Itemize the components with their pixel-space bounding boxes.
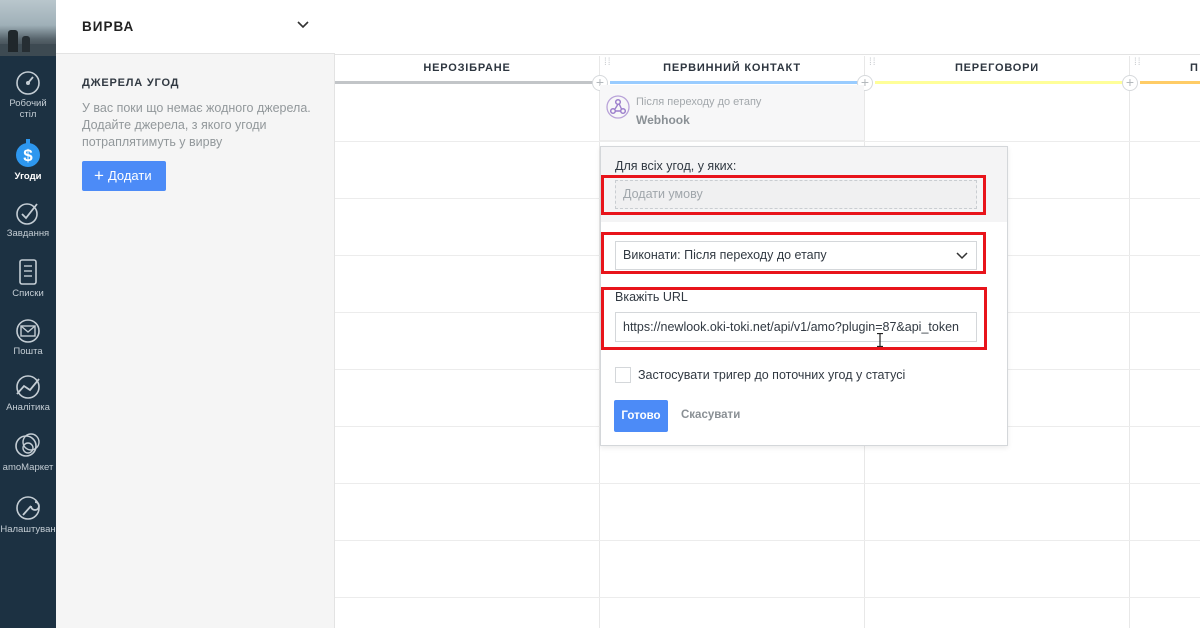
column-header-next[interactable]: ⁞⁞ П xyxy=(1130,56,1200,84)
list-doc-icon xyxy=(19,259,37,285)
nav-label-deals: Угоди xyxy=(14,171,42,182)
row-divider xyxy=(335,141,1200,142)
done-button[interactable]: Готово xyxy=(614,400,668,432)
pipeline-title: ВИРВА xyxy=(82,19,135,34)
column-name: ПЕРВИННИЙ КОНТАКТ xyxy=(663,62,801,74)
wrench-icon xyxy=(16,496,40,520)
apply-to-existing-checkbox[interactable] xyxy=(615,367,631,383)
column-header-first-contact[interactable]: ⁞⁞ ПЕРВИННИЙ КОНТАКТ xyxy=(600,56,864,84)
nav-label-market: amoМаркет xyxy=(2,462,54,473)
nav-label-settings: Налаштуван xyxy=(0,524,56,535)
trigger-when: Після переходу до етапу xyxy=(636,96,762,108)
for-all-deals-label: Для всіх угод, у яких: xyxy=(615,159,737,173)
market-icon xyxy=(15,433,40,457)
nav-item-market[interactable]: amoМаркет xyxy=(0,430,56,473)
sources-title: ДЖЕРЕЛА УГОД xyxy=(82,77,180,89)
sources-empty-text: У вас поки що немає жодного джерела. Дод… xyxy=(82,101,311,149)
nav-item-lists[interactable]: Списки xyxy=(0,258,56,299)
pipeline-panel: ВИРВА ДЖЕРЕЛА УГОД У вас поки що немає ж… xyxy=(56,0,335,628)
nav-item-deals[interactable]: $ Угоди xyxy=(0,139,56,182)
column-name: П xyxy=(1190,62,1199,74)
trigger-name: Webhook xyxy=(636,113,690,127)
nav-label-lists: Списки xyxy=(12,288,44,299)
column-color-bar xyxy=(875,81,1129,84)
column-color-bar xyxy=(335,81,599,84)
mail-icon xyxy=(16,319,40,343)
plus-icon: + xyxy=(94,166,104,185)
nav-item-analytics[interactable]: Аналітика xyxy=(0,374,56,413)
board-toolbar xyxy=(335,0,1200,55)
apply-to-existing-label: Застосувати тригер до поточних угод у ст… xyxy=(638,368,906,382)
cancel-button[interactable]: Скасувати xyxy=(681,409,740,421)
trigger-card[interactable]: Після переходу до етапу Webhook xyxy=(600,85,864,141)
add-source-button[interactable]: + Додати xyxy=(82,161,166,191)
nav-label-dashboard: Робочий стіл xyxy=(9,98,47,120)
analytics-icon xyxy=(16,375,40,399)
chevron-down-icon[interactable] xyxy=(296,18,310,32)
pipeline-header[interactable]: ВИРВА xyxy=(56,0,335,54)
nav-item-mail[interactable]: Пошта xyxy=(0,318,56,357)
row-divider xyxy=(335,597,1200,598)
svg-text:$: $ xyxy=(23,146,33,165)
nav-item-settings[interactable]: Налаштуван xyxy=(0,494,56,535)
add-stage-icon[interactable]: + xyxy=(1122,75,1138,91)
row-divider xyxy=(335,483,1200,484)
column-name: ПЕРЕГОВОРИ xyxy=(954,62,1040,74)
add-source-label: Додати xyxy=(107,168,152,183)
check-circle-icon xyxy=(16,203,38,225)
nav-item-dashboard[interactable]: Робочий стіл xyxy=(0,70,56,120)
nav-item-tasks[interactable]: Завдання xyxy=(0,200,56,239)
nav-rail: Робочий стіл $ Угоди Завдання Списки Пош… xyxy=(0,0,56,628)
column-name: НЕРОЗІБРАНЕ xyxy=(423,62,511,74)
column-header-unsorted[interactable]: НЕРОЗІБРАНЕ xyxy=(335,56,599,84)
column-color-bar xyxy=(1140,81,1200,84)
highlight-url xyxy=(601,287,987,350)
row-divider xyxy=(335,540,1200,541)
drag-handle-icon[interactable]: ⁞⁞ xyxy=(1134,58,1142,68)
dashboard-icon xyxy=(16,71,40,95)
column-color-bar xyxy=(610,81,864,84)
highlight-condition xyxy=(601,175,986,215)
highlight-execute xyxy=(601,232,986,274)
nav-label-analytics: Аналітика xyxy=(6,402,50,413)
dollar-icon: $ xyxy=(16,139,40,167)
nav-label-tasks: Завдання xyxy=(6,228,50,239)
nav-label-mail: Пошта xyxy=(13,346,43,357)
account-avatar[interactable] xyxy=(0,0,56,56)
column-header-negotiations[interactable]: ⁞⁞ ПЕРЕГОВОРИ xyxy=(865,56,1129,84)
webhook-icon xyxy=(606,95,630,119)
